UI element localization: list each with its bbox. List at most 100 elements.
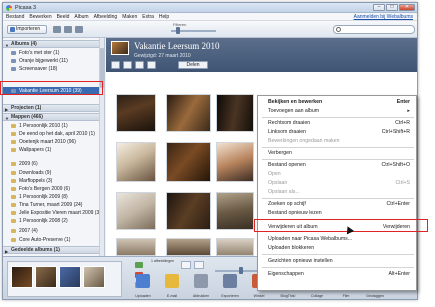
folder-item[interactable]: Foto's Bergen 2009 (6) — [3, 185, 104, 193]
album-item[interactable]: Foto's met ster (1) — [3, 49, 104, 57]
tray-thumbnail[interactable] — [83, 266, 105, 288]
tray-thumbnail[interactable] — [59, 266, 81, 288]
ctx-rotate-right[interactable]: Rechtsom draaien Ctrl+R — [258, 119, 416, 128]
email-button[interactable]: E-mail — [162, 272, 182, 299]
folder-item[interactable]: 1 Persoonlijk 2009 (8) — [3, 193, 104, 201]
folder-icon — [11, 219, 16, 223]
tree-scrollbar-thumb[interactable] — [100, 48, 104, 88]
folder-item[interactable]: De eend op het dak, april 2010 (1) — [3, 130, 104, 138]
photo-thumbnail[interactable] — [116, 192, 156, 230]
folder-item[interactable]: Ooetenjk maart 2010 (96) — [3, 138, 104, 146]
album-properties-button[interactable] — [135, 61, 144, 69]
album-sort-button[interactable] — [147, 61, 156, 69]
maximize-button[interactable]: □ — [386, 4, 398, 11]
ctx-reload-file[interactable]: Bestand opnieuw lezen — [258, 209, 416, 218]
photo-thumbnail[interactable] — [216, 94, 254, 132]
tray-selection — [7, 261, 122, 297]
photo-thumbnail[interactable] — [116, 238, 156, 256]
menu-beeld[interactable]: Beeld — [57, 14, 70, 20]
menu-afbeelding[interactable]: Afbeelding — [94, 14, 118, 20]
photo-thumbnail[interactable] — [166, 94, 211, 132]
albums-header[interactable]: ▼ Albums (4) — [3, 40, 104, 48]
folder-icon — [11, 140, 16, 144]
ctx-rotate-left[interactable]: Linksom draaien Ctrl+Shift+R — [258, 128, 416, 137]
ctx-open-file[interactable]: Bestand openen Ctrl+Shift+O — [258, 161, 416, 170]
import-icon — [10, 27, 15, 32]
album-item-selected[interactable]: Vakantie Leersum 2010 (39) — [3, 87, 104, 95]
ctx-reset-faces[interactable]: Gezichten opnieuw instellen — [258, 257, 416, 266]
context-menu: Bekijken en bewerken Enter Toevoegen aan … — [257, 95, 417, 291]
photo-thumbnail[interactable] — [166, 238, 211, 256]
menu-maken[interactable]: Maken — [122, 14, 137, 20]
signin-link[interactable]: Aanmelden bij Webalbums — [354, 14, 413, 20]
tree-scrollbar[interactable] — [99, 38, 104, 256]
folder-item[interactable]: 2009 (6) — [3, 160, 104, 168]
upload-icon — [136, 274, 150, 288]
picasa-logo-icon — [6, 5, 12, 11]
folder-item[interactable]: Jelle Expositie Vieren maart 2009 (3) — [3, 209, 104, 217]
folder-item[interactable]: 2007 (4) — [3, 227, 104, 235]
folders-header[interactable]: ▼ Mappen (466) — [3, 113, 104, 121]
photo-thumbnail[interactable] — [216, 142, 254, 182]
ctx-view-edit[interactable]: Bekijken en bewerken Enter — [258, 98, 416, 107]
photo-thumbnail[interactable] — [216, 238, 254, 256]
album-title: Vakantie Leersum 2010 — [134, 41, 220, 51]
menu-extra[interactable]: Extra — [142, 14, 154, 20]
import-button[interactable]: Importeren — [7, 25, 47, 34]
folder-item[interactable]: Downloads (9) — [3, 169, 104, 177]
upload-button[interactable]: Uploaden — [133, 272, 153, 299]
menu-bewerken[interactable]: Bewerken — [29, 14, 51, 20]
list-view-icon[interactable] — [53, 26, 61, 33]
window-title: Picasa 3 — [15, 5, 37, 11]
filter-slider-handle[interactable] — [176, 27, 180, 34]
ctx-remove-from-album[interactable]: Verwijderen uit album Verwijderen — [258, 223, 416, 232]
menu-help[interactable]: Help — [159, 14, 169, 20]
ctx-save-as: Opslaan als... — [268, 189, 300, 195]
shared-albums-header[interactable]: ▶ Gedeelde albums (1) — [3, 246, 104, 254]
album-edit-button[interactable] — [123, 61, 132, 69]
minimize-button[interactable]: – — [373, 4, 385, 11]
folder-icon — [11, 238, 16, 242]
folder-item[interactable]: Core Auto-Preserve (1) — [3, 236, 104, 244]
folder-icon — [11, 132, 16, 136]
photo-thumbnail[interactable] — [166, 142, 211, 182]
print-button[interactable]: Afdrukken — [191, 272, 211, 299]
folder-item[interactable]: Wallpapers (1) — [3, 146, 104, 154]
play-slideshow-button[interactable] — [111, 61, 120, 69]
folder-item[interactable]: Marfloppels (3) — [3, 177, 104, 185]
pin-icon[interactable] — [135, 262, 143, 268]
menu-bestand[interactable]: Bestand — [6, 14, 24, 20]
rotate-left-button[interactable] — [181, 261, 191, 269]
ctx-hide[interactable]: Verbergen — [258, 149, 416, 158]
share-button[interactable]: Delen — [178, 61, 208, 69]
folder-item[interactable]: Tina Turner, maart 2009 (24) — [3, 201, 104, 209]
album-date: Gewijzigd: 27 maart 2010 — [134, 53, 191, 59]
folder-item[interactable]: 1 Persoonlijk 2010 (1) — [3, 122, 104, 130]
projects-header[interactable]: ▶ Projecten (1) — [3, 104, 104, 112]
photo-thumbnail[interactable] — [116, 94, 156, 132]
export-button[interactable]: Exporteren — [220, 272, 240, 299]
folder-icon — [11, 195, 16, 199]
photo-thumbnail[interactable] — [216, 192, 254, 230]
people-view-icon[interactable] — [75, 26, 83, 33]
close-button[interactable]: ✕ — [399, 4, 415, 11]
ctx-upload-webalbums[interactable]: Uploaden naar Picasa Webalbums... — [258, 235, 416, 244]
tray-thumbnail[interactable] — [35, 266, 57, 288]
ctx-add-to-album[interactable]: Toevoegen aan album ▸ — [258, 107, 416, 116]
rotate-right-button[interactable] — [194, 261, 204, 269]
thumbnail-view-icon[interactable] — [64, 26, 72, 33]
tray-thumbnail[interactable] — [11, 266, 33, 288]
photo-thumbnail[interactable] — [116, 142, 156, 182]
menu-album[interactable]: Album — [74, 14, 88, 20]
ctx-block-upload[interactable]: Uploaden blokkeren — [258, 244, 416, 253]
album-item[interactable]: Screensaver (18) — [3, 65, 104, 73]
album-item[interactable]: Oranje bijgewerkt (11) — [3, 57, 104, 65]
album-header: Vakantie Leersum 2010 Gewijzigd: 27 maar… — [106, 38, 417, 72]
ctx-properties[interactable]: Eigenschappen Alt+Enter — [258, 270, 416, 279]
photo-thumbnail[interactable] — [166, 192, 211, 230]
ctx-locate-on-disk[interactable]: Zoeken op schijf Ctrl+Enter — [258, 200, 416, 209]
folder-icon — [11, 148, 16, 152]
search-input[interactable] — [333, 25, 415, 34]
folder-icon — [11, 187, 16, 191]
folder-item[interactable]: 1 Persoonlijk 2008 (2) — [3, 217, 104, 225]
